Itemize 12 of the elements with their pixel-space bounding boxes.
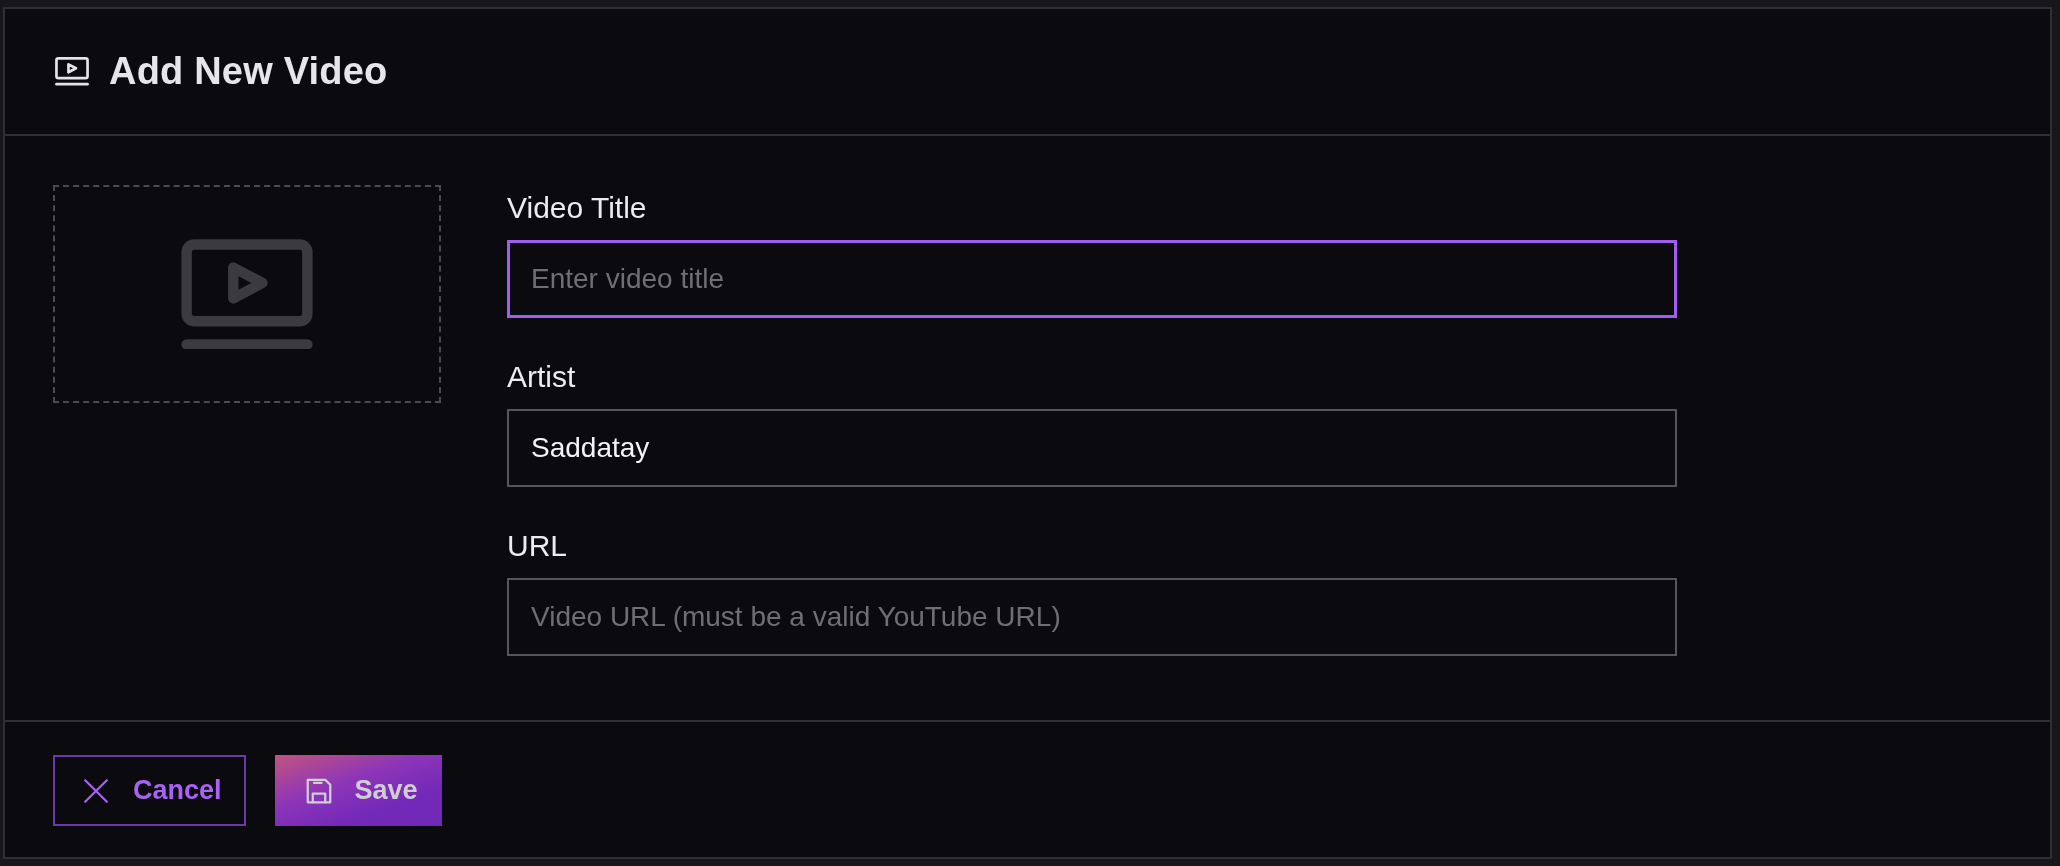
field-label: Video Title — [507, 190, 647, 226]
input-field[interactable]: Enter video title — [507, 240, 1677, 318]
dialog-title: Add New Video — [109, 50, 388, 93]
close-icon — [83, 777, 109, 804]
save-button[interactable]: Save — [274, 755, 442, 826]
video-icon — [55, 57, 89, 86]
video-icon — [181, 238, 313, 350]
field-label: Artist — [507, 359, 576, 395]
input-field[interactable]: Saddatay — [507, 409, 1677, 487]
field-label: URL — [507, 528, 567, 564]
cancel-button[interactable]: Cancel — [53, 755, 246, 826]
input-field[interactable]: Video URL (must be a valid YouTube URL) — [507, 578, 1677, 656]
